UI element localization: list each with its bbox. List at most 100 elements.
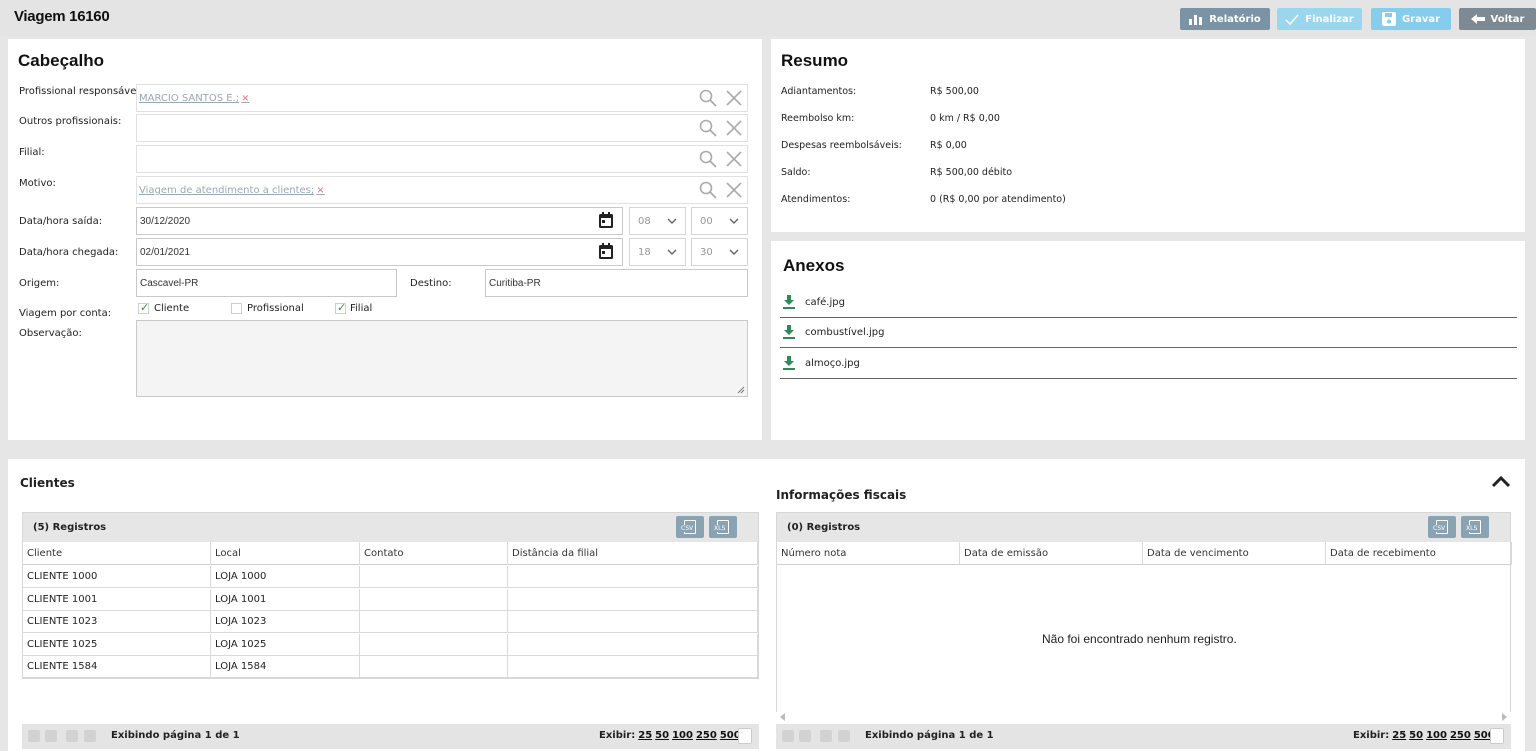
column-header[interactable]: Local [211, 542, 360, 565]
responsible-professional-value[interactable]: MARCIO SANTOS E.; × [139, 93, 250, 104]
table-row[interactable]: CLIENTE 1025 LOJA 1025 [23, 633, 758, 656]
summary-row-label: Atendimentos: [781, 194, 851, 205]
first-page-button[interactable] [782, 730, 794, 742]
table-cell: LOJA 1584 [211, 656, 360, 678]
attachment-item[interactable]: café.jpg [780, 290, 1517, 318]
clear-icon[interactable] [725, 119, 743, 137]
check-icon [1285, 14, 1299, 25]
destination-input[interactable]: Curitiba-PR [485, 269, 748, 297]
horizontal-scrollbar[interactable] [776, 710, 1511, 724]
collapse-chevron-up-icon[interactable] [1491, 476, 1511, 488]
last-page-button[interactable] [838, 730, 850, 742]
attachment-item[interactable]: almoço.jpg [780, 351, 1517, 379]
table-cell: CLIENTE 1001 [23, 588, 211, 611]
last-page-button[interactable] [84, 730, 96, 742]
responsible-professional-field[interactable]: MARCIO SANTOS E.; × [136, 84, 748, 112]
finish-button-label: Finalizar [1305, 13, 1354, 25]
save-button[interactable]: Gravar [1371, 8, 1451, 30]
branch-checkbox-label[interactable]: Filial [350, 303, 372, 314]
branch-checkbox[interactable]: ✓ [335, 301, 346, 314]
fiscal-info-title: Informações fiscais [776, 488, 907, 502]
bar-chart-icon [1189, 15, 1203, 25]
page-size-250[interactable]: 250 [1450, 730, 1471, 741]
export-xls-button[interactable]: XLS [1461, 516, 1489, 538]
column-header[interactable]: Distância da filial [508, 542, 758, 565]
search-icon[interactable] [699, 150, 717, 168]
attachment-item[interactable]: combustível.jpg [780, 320, 1517, 348]
page-size-100[interactable]: 100 [1426, 730, 1447, 741]
column-header[interactable]: Cliente [23, 542, 211, 565]
first-page-button[interactable] [28, 730, 40, 742]
calendar-icon[interactable] [598, 243, 614, 260]
search-icon[interactable] [699, 181, 717, 199]
branch-field[interactable] [136, 145, 748, 173]
column-header[interactable]: Data de recebimento [1326, 542, 1512, 565]
remove-professional-icon[interactable]: × [241, 93, 249, 104]
page-size-50[interactable]: 50 [1409, 730, 1423, 741]
search-icon[interactable] [699, 119, 717, 137]
arrival-hour-select[interactable]: 18 [629, 238, 686, 266]
page-size-25[interactable]: 25 [1392, 730, 1406, 741]
page-size-selector: Exibir: 25 50 100 250 500 [599, 730, 741, 741]
table-cell [508, 633, 758, 656]
column-header[interactable]: Contato [360, 542, 508, 565]
table-row[interactable]: CLIENTE 1023 LOJA 1023 [23, 611, 758, 633]
download-icon[interactable] [783, 295, 795, 309]
calendar-icon[interactable] [598, 212, 614, 229]
finish-button[interactable]: Finalizar [1277, 8, 1362, 30]
other-professionals-field[interactable] [136, 114, 748, 142]
departure-hour-select[interactable]: 08 [629, 207, 686, 235]
clear-icon[interactable] [725, 150, 743, 168]
arrival-date-input[interactable]: 02/01/2021 [136, 238, 623, 266]
departure-minute-select[interactable]: 00 [691, 207, 748, 235]
chevron-down-icon [667, 218, 677, 224]
departure-date-input[interactable]: 30/12/2020 [136, 207, 623, 235]
lightbulb-icon[interactable] [738, 728, 752, 744]
page-size-25[interactable]: 25 [638, 730, 652, 741]
search-icon[interactable] [699, 89, 717, 107]
previous-page-button[interactable] [799, 730, 811, 742]
fiscal-grid: (0) Registros CSV XLS Número nota Data de… [776, 512, 1512, 712]
table-row[interactable]: CLIENTE 1584 LOJA 1584 [23, 656, 758, 678]
professional-checkbox-label[interactable]: Profissional [247, 303, 304, 314]
table-row[interactable]: CLIENTE 1001 LOJA 1001 [23, 588, 758, 611]
table-row[interactable]: CLIENTE 1000 LOJA 1000 [23, 566, 758, 588]
back-button[interactable]: Voltar [1459, 8, 1536, 30]
lightbulb-icon[interactable] [1490, 728, 1504, 744]
scroll-right-icon[interactable] [1501, 713, 1507, 721]
reason-value[interactable]: Viagem de atendimento a clientes; × [139, 185, 325, 196]
professional-checkbox[interactable] [231, 303, 242, 314]
arrival-minute-select[interactable]: 30 [691, 238, 748, 266]
column-header[interactable]: Número nota [777, 542, 960, 565]
remove-reason-icon[interactable]: × [316, 185, 324, 196]
column-header[interactable]: Data de emissão [960, 542, 1143, 565]
report-button[interactable]: Relatório [1180, 8, 1270, 30]
page-size-100[interactable]: 100 [672, 730, 693, 741]
export-csv-button[interactable]: CSV [1428, 516, 1456, 538]
attachment-name[interactable]: combustível.jpg [805, 327, 884, 338]
reason-field[interactable]: Viagem de atendimento a clientes; × [136, 176, 748, 204]
back-button-label: Voltar [1490, 13, 1525, 25]
clear-icon[interactable] [725, 181, 743, 199]
resize-handle-icon[interactable] [737, 386, 745, 394]
download-icon[interactable] [783, 325, 795, 339]
clear-icon[interactable] [725, 89, 743, 107]
summary-panel: Resumo [771, 39, 1525, 232]
fiscal-pager: Exibindo página 1 de 1 Exibir: 25 50 100 250… [776, 724, 1511, 749]
page-size-250[interactable]: 250 [696, 730, 717, 741]
previous-page-button[interactable] [45, 730, 57, 742]
attachment-name[interactable]: café.jpg [805, 297, 845, 308]
export-csv-button[interactable]: CSV [676, 516, 704, 538]
notes-textarea[interactable] [136, 320, 748, 397]
column-header[interactable]: Data de vencimento [1143, 542, 1326, 565]
next-page-button[interactable] [820, 730, 832, 742]
attachment-name[interactable]: almoço.jpg [805, 358, 860, 369]
next-page-button[interactable] [66, 730, 78, 742]
download-icon[interactable] [783, 356, 795, 370]
page-size-50[interactable]: 50 [655, 730, 669, 741]
export-xls-button[interactable]: XLS [709, 516, 737, 538]
scroll-left-icon[interactable] [780, 713, 786, 721]
client-checkbox[interactable]: ✓ [138, 301, 149, 314]
client-checkbox-label[interactable]: Cliente [154, 303, 189, 314]
origin-input[interactable]: Cascavel-PR [136, 269, 397, 297]
